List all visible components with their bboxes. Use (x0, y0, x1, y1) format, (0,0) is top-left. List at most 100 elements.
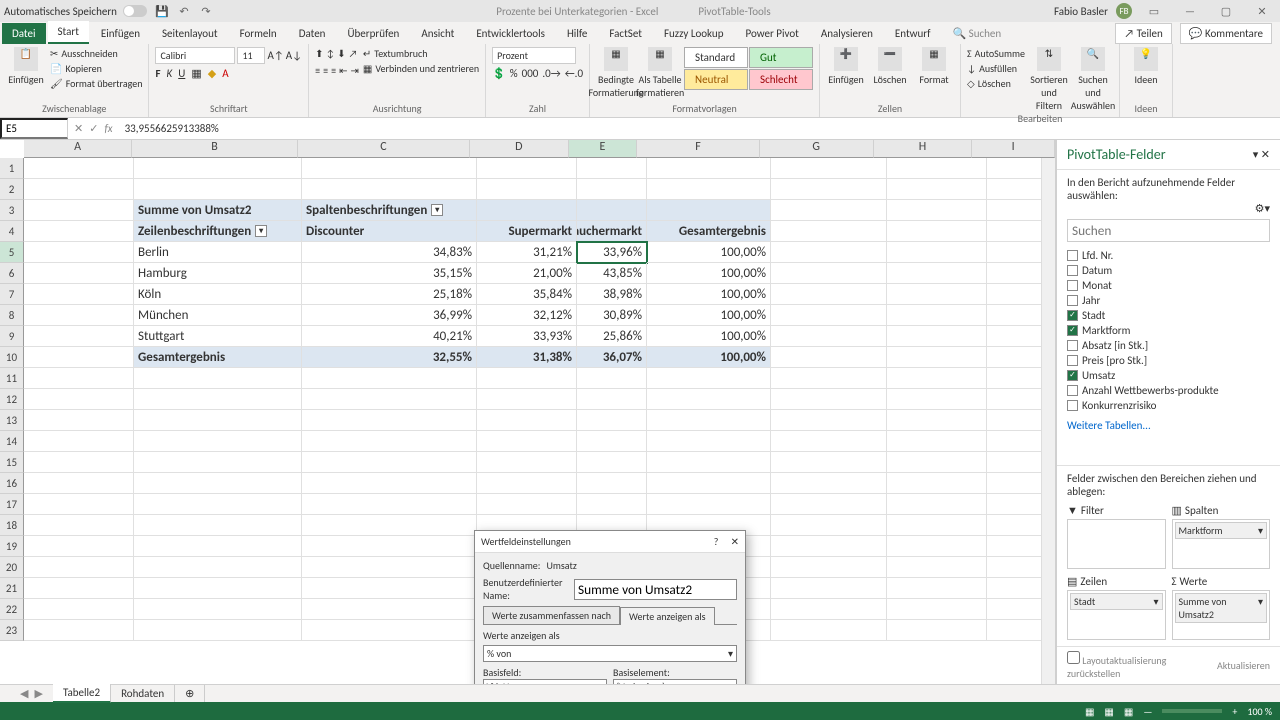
cell[interactable] (24, 368, 134, 389)
cell[interactable] (302, 431, 477, 452)
cell[interactable] (647, 494, 771, 515)
underline-button[interactable]: U (178, 67, 185, 80)
cell[interactable]: Gesamtergebnis (134, 347, 302, 368)
row-header[interactable]: 23 (0, 620, 24, 641)
cell[interactable] (134, 536, 302, 557)
cell[interactable]: 38,98% (577, 284, 647, 305)
field-item[interactable]: Jahr (1067, 293, 1270, 308)
autosave-toggle[interactable]: Automatisches Speichern (4, 5, 147, 18)
cell[interactable] (887, 473, 987, 494)
zoom-slider[interactable] (1162, 709, 1222, 713)
cell[interactable] (134, 515, 302, 536)
pane-close-icon[interactable]: ✕ (1261, 148, 1270, 161)
cell[interactable] (771, 179, 887, 200)
cell[interactable] (647, 389, 771, 410)
zoom-level[interactable]: 100 % (1247, 705, 1272, 718)
row-header[interactable]: 4 (0, 221, 24, 242)
cell[interactable] (577, 389, 647, 410)
number-format-dropdown[interactable]: Prozent (492, 47, 576, 64)
vertical-scrollbar[interactable] (1041, 158, 1055, 684)
cell[interactable] (577, 368, 647, 389)
cell[interactable] (24, 473, 134, 494)
bold-button[interactable]: F (155, 67, 160, 80)
field-item[interactable]: ✓Stadt (1067, 308, 1270, 323)
cell[interactable] (477, 158, 577, 179)
tab-hilfe[interactable]: Hilfe (557, 23, 597, 44)
cell[interactable] (771, 326, 887, 347)
dialog-tab-summarize[interactable]: Werte zusammenfassen nach (483, 606, 620, 624)
cell[interactable] (24, 158, 134, 179)
tab-entwurf[interactable]: Entwurf (885, 23, 941, 44)
gear-icon[interactable]: ⚙▾ (1255, 202, 1270, 215)
row-header[interactable]: 14 (0, 431, 24, 452)
decrease-font-icon[interactable]: A↓ (286, 49, 302, 62)
fill-color-button[interactable]: ◆ (208, 67, 216, 80)
cell[interactable] (134, 473, 302, 494)
col-header[interactable]: I (972, 140, 1055, 158)
decimal-inc-icon[interactable]: .0→ (542, 67, 560, 80)
font-name-dropdown[interactable]: Calibri (155, 47, 235, 64)
cell[interactable] (887, 326, 987, 347)
cell[interactable] (887, 284, 987, 305)
cell[interactable] (887, 431, 987, 452)
cell[interactable] (887, 221, 987, 242)
insert-cells-button[interactable]: ➕Einfügen (826, 47, 866, 86)
spreadsheet[interactable]: ABCDEFGHI 123456789101112131415161718192… (0, 140, 1056, 684)
col-header[interactable]: F (637, 140, 759, 158)
cell[interactable] (771, 620, 887, 641)
cell[interactable] (302, 578, 477, 599)
cell[interactable]: 34,83% (302, 242, 477, 263)
cell[interactable]: 32,12% (477, 305, 577, 326)
cell[interactable] (24, 305, 134, 326)
cancel-formula-icon[interactable]: ✕ (74, 122, 83, 135)
cell[interactable] (134, 599, 302, 620)
cell[interactable] (771, 410, 887, 431)
dialog-help-icon[interactable]: ? (714, 535, 719, 548)
cell[interactable] (887, 557, 987, 578)
currency-icon[interactable]: 💲 (492, 67, 506, 80)
cell[interactable] (134, 389, 302, 410)
cell[interactable] (647, 158, 771, 179)
cell[interactable] (887, 410, 987, 431)
row-header[interactable]: 15 (0, 452, 24, 473)
cell[interactable]: 40,21% (302, 326, 477, 347)
align-mid-icon[interactable]: ↕ (327, 47, 335, 60)
tab-formeln[interactable]: Formeln (230, 23, 287, 44)
row-header[interactable]: 2 (0, 179, 24, 200)
orientation-icon[interactable]: ↗ (349, 47, 358, 60)
cell[interactable] (302, 158, 477, 179)
row-header[interactable]: 12 (0, 389, 24, 410)
tab-fuzzy[interactable]: Fuzzy Lookup (654, 23, 734, 44)
zoom-in-icon[interactable]: + (1232, 705, 1237, 718)
row-header[interactable]: 5 (0, 242, 24, 263)
cell[interactable] (24, 620, 134, 641)
row-header[interactable]: 8 (0, 305, 24, 326)
cell[interactable]: Supermarkt (477, 221, 577, 242)
row-header[interactable]: 20 (0, 557, 24, 578)
cell[interactable] (887, 620, 987, 641)
align-bot-icon[interactable]: ⬇ (337, 47, 345, 60)
row-header[interactable]: 9 (0, 326, 24, 347)
list-item[interactable]: (Vorheriger) (614, 680, 736, 684)
cell[interactable] (24, 284, 134, 305)
cell[interactable] (302, 536, 477, 557)
font-color-button[interactable]: A (222, 67, 228, 80)
ideas-button[interactable]: 💡Ideen (1126, 47, 1166, 86)
minimize-icon[interactable]: — (1176, 2, 1204, 20)
sheet-tab-tabelle2[interactable]: Tabelle2 (53, 684, 111, 703)
cell[interactable]: 100,00% (647, 347, 771, 368)
cell[interactable] (577, 431, 647, 452)
row-header[interactable]: 7 (0, 284, 24, 305)
increase-font-icon[interactable]: A↑ (267, 49, 283, 62)
tab-seitenlayout[interactable]: Seitenlayout (152, 23, 228, 44)
cell[interactable] (24, 221, 134, 242)
cell[interactable] (302, 389, 477, 410)
tab-powerpivot[interactable]: Power Pivot (735, 23, 808, 44)
sort-filter-button[interactable]: ⇅Sortieren und Filtern (1029, 47, 1069, 112)
cell[interactable] (771, 242, 887, 263)
cell[interactable] (24, 431, 134, 452)
cell[interactable] (771, 221, 887, 242)
cell[interactable]: 100,00% (647, 305, 771, 326)
cell[interactable] (477, 200, 577, 221)
style-gut[interactable]: Gut (749, 47, 813, 68)
